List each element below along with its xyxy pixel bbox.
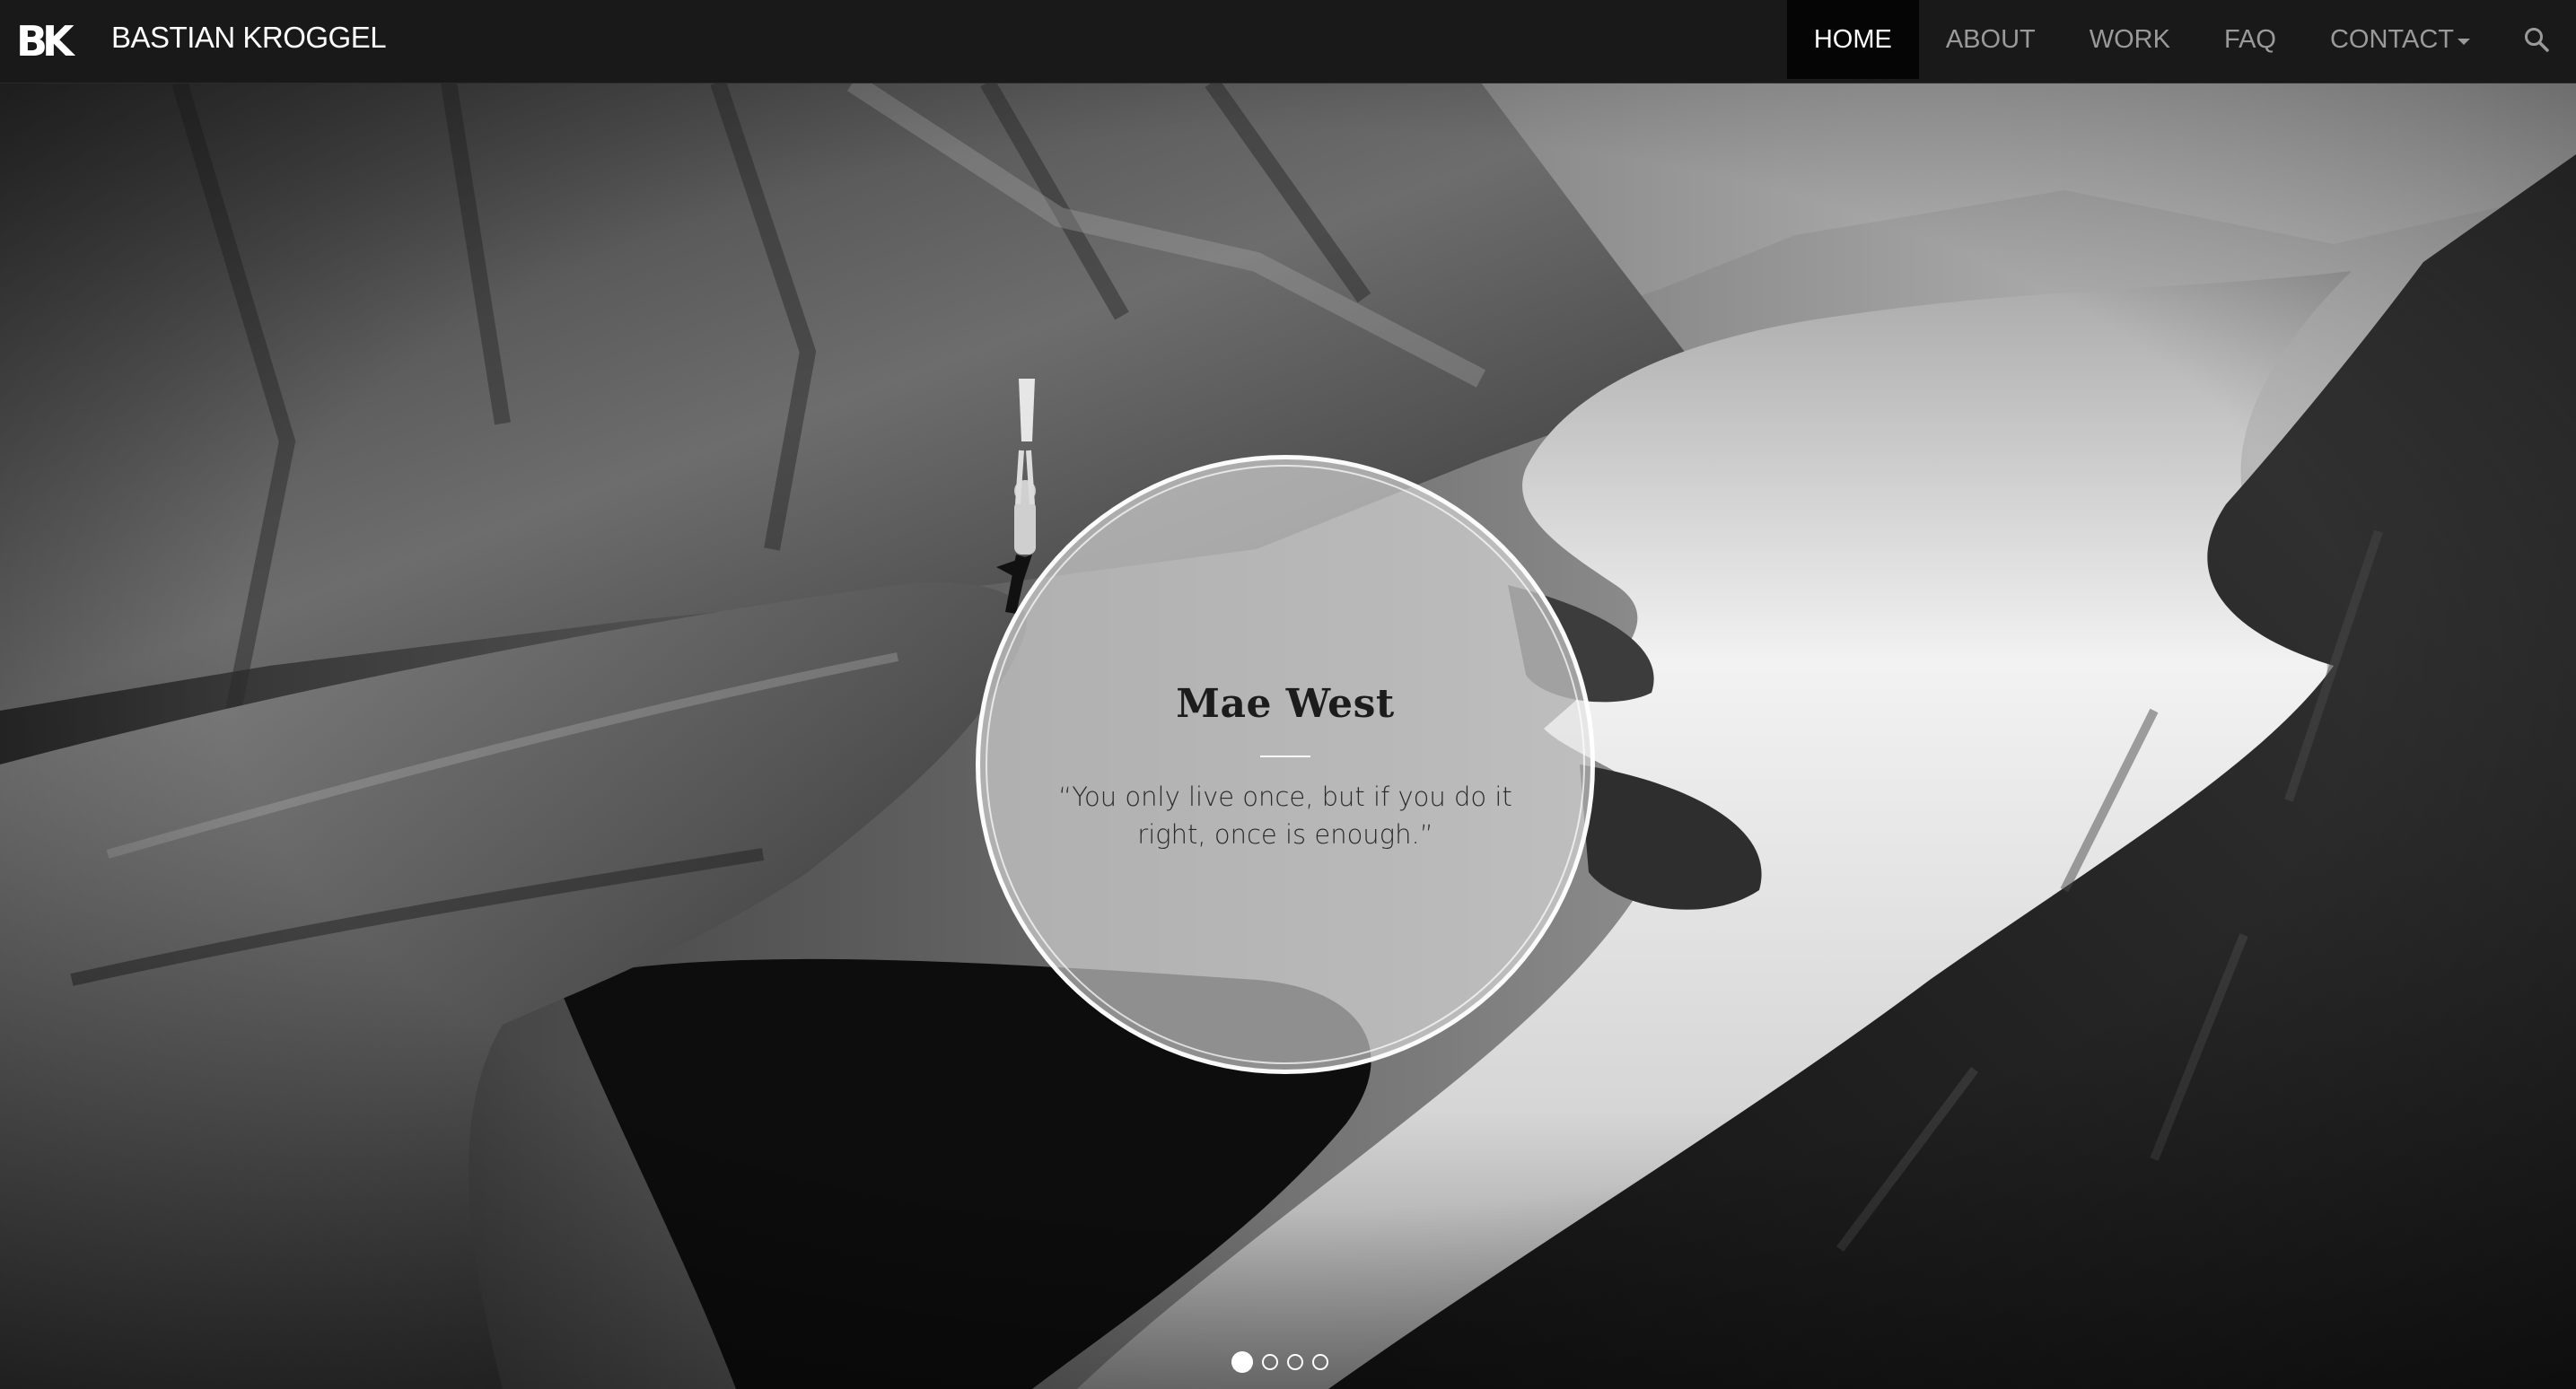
slider-dot-1[interactable] — [1231, 1351, 1253, 1373]
nav-home-label: HOME — [1813, 24, 1892, 54]
quote-text: “You only live once, but if you do it ri… — [1058, 782, 1512, 850]
nav-work-label: WORK — [2089, 24, 2170, 54]
slider-pagination — [1231, 1351, 1328, 1373]
quote-circle: Mae West “You only live once, but if you… — [976, 455, 1595, 1074]
nav-faq-label: FAQ — [2223, 24, 2276, 54]
slider-dot-3[interactable] — [1287, 1354, 1303, 1370]
page: BK BASTIAN KROGGEL HOME ABOUT WORK FAQ C… — [0, 0, 2576, 1389]
slider-dot-4[interactable] — [1312, 1354, 1328, 1370]
nav-about[interactable]: ABOUT — [1919, 0, 2063, 79]
nav-faq[interactable]: FAQ — [2197, 0, 2303, 79]
hero-slider: Mae West “You only live once, but if you… — [0, 83, 2576, 1389]
caret-down-icon — [2458, 38, 2470, 45]
quote-circle-inner-ring — [986, 465, 1585, 1064]
slider-dot-2[interactable] — [1262, 1354, 1278, 1370]
nav-contact-dropdown[interactable]: CONTACT — [2303, 0, 2497, 79]
nav-about-label: ABOUT — [1945, 24, 2036, 54]
search-button[interactable] — [2497, 0, 2576, 79]
navbar: BK BASTIAN KROGGEL HOME ABOUT WORK FAQ C… — [0, 0, 2576, 83]
brand-logo[interactable]: BK — [16, 13, 74, 70]
brand-name[interactable]: BASTIAN KROGGEL — [111, 0, 387, 83]
quote-divider — [1260, 756, 1310, 757]
search-icon — [2525, 28, 2549, 52]
nav-contact-label: CONTACT — [2329, 24, 2454, 54]
nav-work[interactable]: WORK — [2063, 0, 2197, 79]
nav-home[interactable]: HOME — [1786, 0, 1919, 79]
quote-author: Mae West — [1176, 681, 1395, 727]
main-nav: HOME ABOUT WORK FAQ CONTACT — [1786, 0, 2576, 83]
